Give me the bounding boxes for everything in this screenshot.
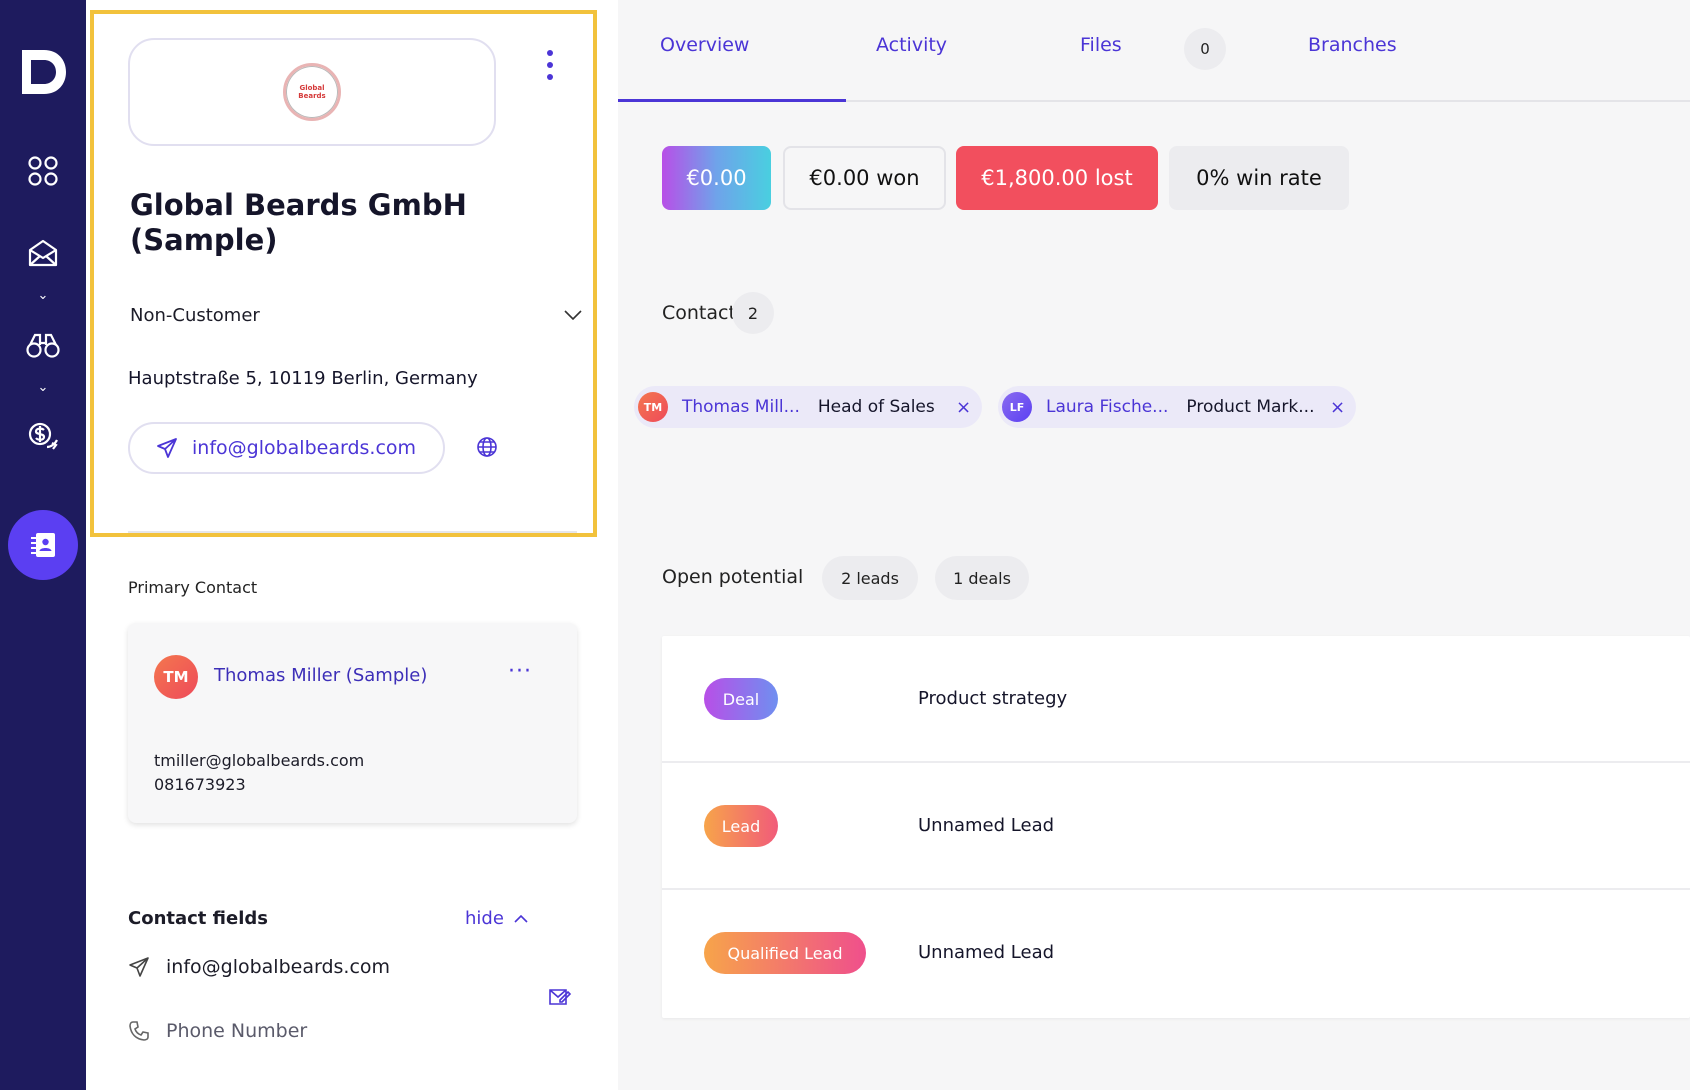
compose-mail-icon[interactable] <box>548 986 572 1008</box>
company-logo-card[interactable]: Global Beards <box>128 38 496 146</box>
company-menu-icon[interactable] <box>544 50 556 80</box>
tab-activity[interactable]: Activity <box>876 34 947 56</box>
list-item-title: Unnamed Lead <box>918 942 1055 963</box>
company-address: Hauptstraße 5, 10119 Berlin, Germany <box>128 368 478 389</box>
contact-chip-role: Product Mark... <box>1186 397 1315 417</box>
primary-contact-name[interactable]: Thomas Miller (Sample) <box>214 665 427 686</box>
list-item-title: Product strategy <box>918 688 1068 709</box>
contact-field-email[interactable]: info@globalbeards.com <box>128 956 580 978</box>
avatar: LF <box>1002 392 1032 422</box>
chevron-down-icon <box>564 310 582 320</box>
contact-chip-name: Laura Fische... <box>1046 397 1169 417</box>
contact-field-phone[interactable]: Phone Number <box>128 1020 580 1042</box>
globe-icon[interactable] <box>476 436 498 458</box>
primary-contact-phone: 081673923 <box>154 775 246 794</box>
list-item-title: Unnamed Lead <box>918 815 1055 836</box>
open-potential-label: Open potential <box>662 566 804 588</box>
company-email: info@globalbeards.com <box>192 437 417 459</box>
remove-contact-icon[interactable]: × <box>956 397 971 418</box>
deals-count-pill[interactable]: 1 deals <box>935 556 1029 600</box>
stat-won: €0.00 won <box>783 146 946 210</box>
section-divider <box>128 531 577 533</box>
deal-tag: Deal <box>704 678 778 720</box>
company-email-button[interactable]: info@globalbeards.com <box>128 422 445 474</box>
contact-more-icon[interactable]: ··· <box>508 659 532 684</box>
tab-active-indicator <box>618 99 846 102</box>
lead-tag: Lead <box>704 805 778 847</box>
company-name: Global Beards GmbH (Sample) <box>130 188 467 257</box>
nav-rail: ⌄ ⌄ <box>0 0 86 1090</box>
list-item[interactable]: Lead Unnamed Lead <box>662 763 1690 890</box>
stat-lost: €1,800.00 lost <box>956 146 1158 210</box>
phone-icon <box>129 1021 149 1041</box>
contact-field-phone-placeholder: Phone Number <box>166 1020 308 1042</box>
stat-total: €0.00 <box>662 146 771 210</box>
send-icon <box>129 957 149 977</box>
open-potential-list: Deal Product strategy Lead Unnamed Lead … <box>662 636 1690 1018</box>
contact-field-email-value: info@globalbeards.com <box>166 956 391 978</box>
contact-fields-toggle-label: hide <box>465 908 504 929</box>
qualified-lead-tag: Qualified Lead <box>704 932 866 974</box>
status-value: Non-Customer <box>130 304 260 326</box>
list-item[interactable]: Qualified Lead Unnamed Lead <box>662 890 1690 1017</box>
contact-chip[interactable]: TM Thomas Mill... Head of Sales × <box>634 386 982 428</box>
mail-caret-icon[interactable]: ⌄ <box>0 288 86 303</box>
contact-chip[interactable]: LF Laura Fische... Product Mark... × <box>998 386 1356 428</box>
tab-files[interactable]: Files <box>1080 34 1122 56</box>
logo-text-line1: Global <box>299 84 325 92</box>
send-icon <box>157 438 177 458</box>
primary-contact-card: TM Thomas Miller (Sample) ··· tmiller@gl… <box>128 623 577 823</box>
mail-icon[interactable] <box>0 228 86 278</box>
contact-chip-role: Head of Sales <box>817 397 935 417</box>
list-item[interactable]: Deal Product strategy <box>662 636 1690 763</box>
app-logo-icon[interactable] <box>16 46 70 98</box>
binoculars-icon[interactable] <box>0 320 86 370</box>
money-icon[interactable] <box>0 412 86 462</box>
leads-count-pill[interactable]: 2 leads <box>822 556 918 600</box>
contact-fields-toggle[interactable]: hide <box>465 908 528 929</box>
contact-fields-title: Contact fields <box>128 908 269 929</box>
files-count-badge: 0 <box>1184 28 1226 70</box>
company-logo: Global Beards <box>283 63 341 121</box>
avatar: TM <box>154 655 198 699</box>
status-select[interactable]: Non-Customer <box>130 300 582 330</box>
remove-contact-icon[interactable]: × <box>1330 397 1345 418</box>
grid-icon[interactable] <box>0 146 86 196</box>
logo-text-line2: Beards <box>298 92 326 100</box>
contacts-icon[interactable] <box>8 510 78 580</box>
tab-branches[interactable]: Branches <box>1308 34 1397 56</box>
stat-win-rate: 0% win rate <box>1169 146 1349 210</box>
tab-bar <box>618 0 1690 102</box>
primary-contact-email: tmiller@globalbeards.com <box>154 751 365 770</box>
binoculars-caret-icon[interactable]: ⌄ <box>0 380 86 395</box>
chevron-up-icon <box>514 914 528 923</box>
contacts-count-badge: 2 <box>732 292 774 334</box>
tab-overview[interactable]: Overview <box>660 34 749 56</box>
contact-chip-name: Thomas Mill... <box>682 397 800 417</box>
primary-contact-label: Primary Contact <box>128 578 258 597</box>
avatar: TM <box>638 392 668 422</box>
